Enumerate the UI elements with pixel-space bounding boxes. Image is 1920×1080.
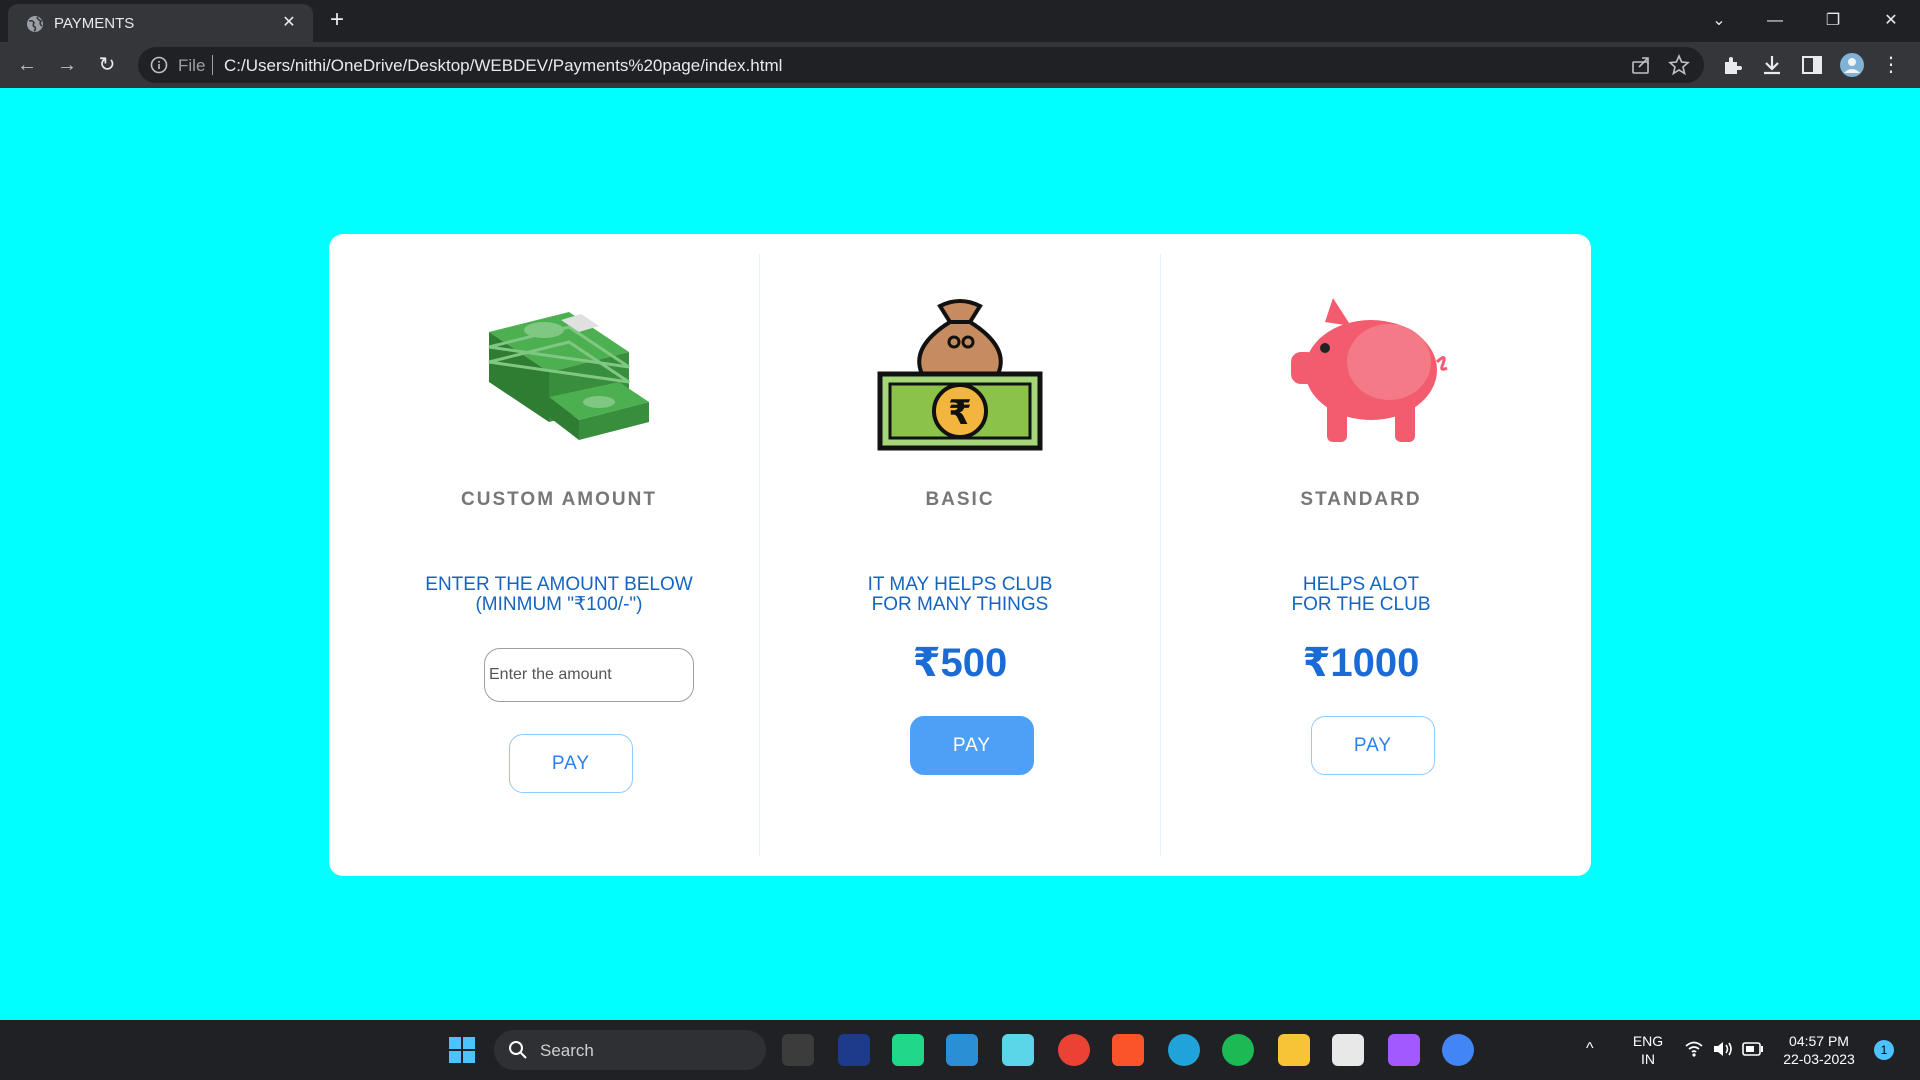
tab-title: PAYMENTS [54, 15, 135, 32]
address-url[interactable]: C:/Users/nithi/OneDrive/Desktop/WEBDEV/P… [224, 56, 782, 76]
tab-search-icon[interactable]: ⌄ [1704, 6, 1734, 36]
clock-time: 04:57 PM [1789, 1033, 1849, 1049]
pay-button-custom[interactable]: PAY [509, 734, 633, 793]
edge-icon[interactable] [1168, 1034, 1200, 1066]
close-window-button[interactable]: ✕ [1876, 6, 1906, 36]
search-label: Search [540, 1041, 594, 1060]
tab-close-icon[interactable]: ✕ [278, 12, 300, 34]
plan-price: ₹500 [912, 641, 1008, 685]
plan-name: BASIC [925, 489, 995, 510]
pay-button-basic[interactable]: PAY [910, 716, 1034, 775]
globe-icon [27, 16, 43, 32]
profile-avatar[interactable] [1840, 53, 1864, 77]
intellij-icon[interactable] [838, 1034, 870, 1066]
plan-description: ENTER THE AMOUNT BELOW (MINMUM "₹100/-") [359, 575, 759, 615]
pay-button-standard[interactable]: PAY [1311, 716, 1435, 775]
search-icon [509, 1041, 527, 1059]
taskbar-search[interactable]: Search [494, 1030, 766, 1070]
chrome-icon[interactable] [1058, 1034, 1090, 1066]
info-icon[interactable] [150, 56, 168, 74]
side-panel-icon[interactable] [1800, 53, 1824, 77]
plan-price: ₹1000 [1302, 641, 1420, 685]
description-line: (MINMUM "₹100/-") [475, 594, 643, 615]
figma-icon[interactable] [1388, 1034, 1420, 1066]
brave-icon[interactable] [1112, 1034, 1144, 1066]
new-tab-button[interactable]: + [324, 8, 350, 34]
payment-card: CUSTOM AMOUNT ENTER THE AMOUNT BELOW (MI… [329, 234, 1591, 876]
taskbar: Search ^ ENG IN 04:57 PM 22-03-2023 [0, 1020, 1920, 1080]
plan-name: STANDARD [1300, 489, 1422, 510]
back-button[interactable]: ← [12, 50, 42, 80]
terminal-icon[interactable] [782, 1034, 814, 1066]
plan-standard: STANDARD HELPS ALOT FOR THE CLUB ₹1000 P… [1161, 234, 1561, 876]
clock-date: 22-03-2023 [1783, 1051, 1855, 1067]
download-icon[interactable] [1760, 53, 1784, 77]
plan-custom-amount: CUSTOM AMOUNT ENTER THE AMOUNT BELOW (MI… [359, 234, 759, 876]
windows-start-icon[interactable] [446, 1034, 478, 1066]
description-line: ENTER THE AMOUNT BELOW [425, 574, 693, 595]
address-scheme: File [178, 56, 206, 75]
money-stack-icon [488, 312, 649, 440]
minimize-button[interactable]: — [1760, 6, 1790, 36]
address-bar[interactable]: File C:/Users/nithi/OneDrive/Desktop/WEB… [138, 47, 1704, 83]
wifi-icon[interactable] [1684, 1040, 1704, 1058]
volume-icon[interactable] [1712, 1040, 1734, 1058]
amount-input[interactable] [484, 648, 694, 702]
file-explorer-icon[interactable] [1278, 1034, 1310, 1066]
browser-tab[interactable]: PAYMENTS ✕ [8, 4, 313, 42]
battery-icon[interactable] [1742, 1041, 1764, 1057]
plan-description: HELPS ALOT FOR THE CLUB [1161, 575, 1561, 615]
piggy-bank-icon [1291, 298, 1448, 442]
pycharm-icon[interactable] [892, 1034, 924, 1066]
address-separator [212, 55, 213, 75]
reload-button[interactable]: ↻ [92, 50, 122, 80]
browser-toolbar: ← → ↻ File C:/Users/nithi/OneDrive/Deskt… [0, 42, 1920, 88]
description-line: FOR MANY THINGS [871, 594, 1049, 615]
share-icon[interactable] [1630, 54, 1652, 76]
notification-badge[interactable]: 1 [1874, 1040, 1894, 1060]
money-bag-icon: ₹ [877, 299, 1043, 451]
clock[interactable]: 04:57 PM 22-03-2023 [1774, 1032, 1864, 1068]
description-line: IT MAY HELPS CLUB [867, 574, 1053, 595]
bookmark-star-icon[interactable] [1668, 54, 1690, 76]
tray-overflow-icon[interactable]: ^ [1586, 1040, 1594, 1058]
description-line: FOR THE CLUB [1291, 594, 1431, 615]
plan-name: CUSTOM AMOUNT [461, 489, 657, 510]
language-line: ENG [1632, 1033, 1664, 1049]
language-indicator[interactable]: ENG IN [1628, 1032, 1668, 1068]
maximize-button[interactable]: ❐ [1818, 6, 1848, 36]
chrome-active-icon[interactable] [1442, 1034, 1474, 1066]
svg-text:₹: ₹ [948, 393, 972, 433]
browser-tab-bar: PAYMENTS ✕ + ⌄ — ❐ ✕ [0, 0, 1920, 42]
app-icon[interactable] [1002, 1034, 1034, 1066]
menu-icon[interactable]: ⋮ [1876, 50, 1906, 80]
description-line: HELPS ALOT [1302, 574, 1420, 595]
plan-description: IT MAY HELPS CLUB FOR MANY THINGS [760, 575, 1160, 615]
forward-button[interactable]: → [52, 50, 82, 80]
extensions-icon[interactable] [1720, 53, 1744, 77]
store-icon[interactable] [1332, 1034, 1364, 1066]
language-line: IN [1641, 1051, 1655, 1067]
spotify-icon[interactable] [1222, 1034, 1254, 1066]
vscode-icon[interactable] [946, 1034, 978, 1066]
plan-basic: ₹ BASIC IT MAY HELPS CLUB FOR MANY THING… [760, 234, 1160, 876]
